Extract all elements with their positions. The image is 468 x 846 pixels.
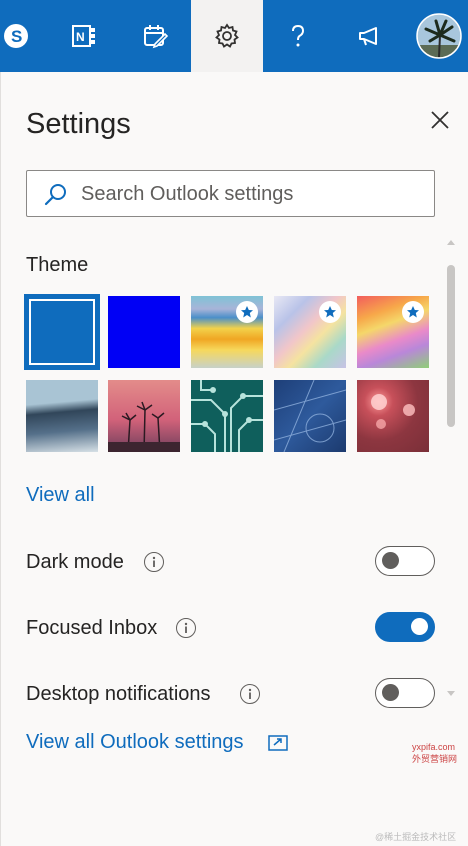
skype-button[interactable]: S [0,0,34,72]
settings-gear-icon [215,23,239,48]
theme-tile-rainbow-wave[interactable] [191,296,263,368]
desktop-notifications-label: Desktop notifications [26,683,211,705]
blueprint-pattern-image [274,380,346,452]
dark-mode-toggle[interactable] [375,546,435,576]
onenote-icon: N [72,25,95,47]
premium-star-badge [236,301,258,323]
palm-trees-image [108,401,180,452]
view-all-themes-link[interactable]: View all [26,484,95,507]
theme-tile-pastel-ribbon[interactable] [274,296,346,368]
theme-tile-blueprint[interactable] [274,380,346,452]
svg-text:N: N [76,30,85,44]
focused-inbox-toggle[interactable] [375,612,435,642]
scroll-down-arrow[interactable] [446,690,456,698]
theme-tile-blue[interactable] [24,294,100,370]
close-icon [431,111,449,129]
desktop-notifications-toggle[interactable] [375,678,435,708]
settings-button[interactable] [191,0,263,72]
bokeh-image [371,394,415,429]
open-external-icon[interactable] [268,735,288,751]
theme-tile-circuit-board[interactable] [191,380,263,452]
theme-tile-palm-sunset[interactable] [108,380,180,452]
star-icon [407,306,419,318]
scroll-up-arrow[interactable] [446,238,456,246]
my-day-icon [144,25,169,49]
skype-icon: S [4,24,28,48]
premium-star-badge [402,301,424,323]
feedback-button[interactable] [348,0,392,72]
watermark-credit: @稀土掘金技术社区 [375,832,457,842]
close-button[interactable] [426,106,454,134]
premium-star-badge [319,301,341,323]
star-icon [241,306,253,318]
watermark-site: yxpifa.com 外贸营销网 [412,742,457,765]
focused-inbox-label: Focused Inbox [26,617,158,639]
settings-search-box[interactable] [26,170,435,217]
watermark-site-sub: 外贸营销网 [412,754,458,764]
top-app-bar: S N [0,0,468,72]
view-all-outlook-settings-label: View all Outlook settings [26,731,244,753]
toggle-knob [411,618,428,635]
my-day-button[interactable] [133,0,177,72]
focused-inbox-info-icon[interactable] [176,618,196,638]
toggle-knob [382,684,399,701]
info-icon [184,622,188,633]
theme-heading: Theme [26,254,89,276]
theme-tile-bright-blue[interactable] [108,296,180,368]
dark-mode-info-icon[interactable] [144,552,164,572]
search-input[interactable] [81,180,421,208]
circuit-pattern-image [191,380,263,452]
info-icon [152,556,156,567]
theme-tile-bokeh-lights[interactable] [357,380,429,452]
desktop-notifications-info-icon[interactable] [240,684,260,704]
help-button[interactable] [276,0,320,72]
svg-text:S: S [11,27,22,46]
view-all-outlook-settings-link[interactable]: View all Outlook settings [26,731,244,754]
toggle-knob [382,552,399,569]
theme-tile-mountain-sea[interactable] [26,380,98,452]
account-button[interactable] [414,0,464,72]
star-icon [324,306,336,318]
search-icon [44,184,66,206]
theme-tile-unicorn[interactable] [357,296,429,368]
watermark-site-url: yxpifa.com [412,742,456,752]
scrollbar-thumb[interactable] [447,265,455,427]
avatar [416,13,462,59]
panel-title: Settings [26,108,131,140]
onenote-button[interactable]: N [62,0,106,72]
help-icon [292,24,305,47]
feedback-megaphone-icon [359,27,377,46]
info-icon [248,688,252,699]
dark-mode-label: Dark mode [26,551,124,573]
